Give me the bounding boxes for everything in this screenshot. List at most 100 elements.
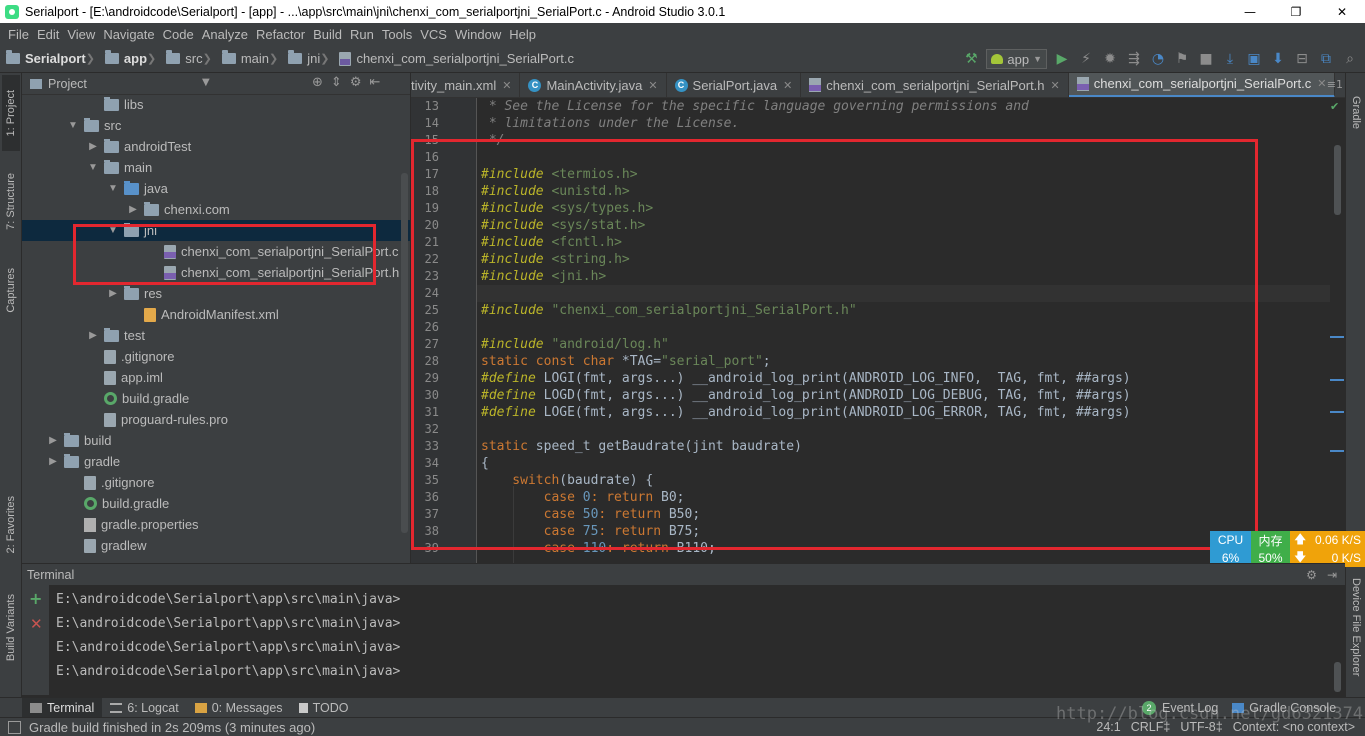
menu-file[interactable]: File bbox=[4, 27, 33, 42]
code-editor[interactable]: * See the License for the specific langu… bbox=[477, 98, 1330, 563]
close-session-icon[interactable]: ✕ bbox=[30, 615, 43, 633]
tab-structure[interactable]: 7: Structure bbox=[2, 165, 20, 237]
close-tab-icon[interactable]: ✕ bbox=[783, 79, 792, 92]
menu-code[interactable]: Code bbox=[159, 27, 198, 42]
editor-tab[interactable]: C MainActivity.java ✕ bbox=[520, 73, 667, 97]
tree-item[interactable]: .gitignore bbox=[22, 346, 410, 367]
project-structure-icon[interactable]: ⊟ bbox=[1293, 50, 1311, 68]
collapsed-arrow-icon[interactable]: ▶ bbox=[106, 288, 120, 299]
menu-analyze[interactable]: Analyze bbox=[198, 27, 252, 42]
close-button[interactable]: ✕ bbox=[1319, 0, 1365, 23]
search-icon[interactable]: ⌕ bbox=[1341, 50, 1359, 68]
device-explorer-icon[interactable]: ⧉ bbox=[1317, 50, 1335, 68]
collapsed-arrow-icon[interactable]: ▶ bbox=[86, 141, 100, 152]
chevron-down-icon[interactable]: ▼ bbox=[202, 77, 210, 88]
run-icon[interactable]: ▶ bbox=[1053, 50, 1071, 68]
run-configuration-select[interactable]: app ▼ bbox=[986, 49, 1047, 69]
terminal-output[interactable]: E:\androidcode\Serialport\app\src\main\j… bbox=[50, 585, 1345, 695]
tree-item[interactable]: ▶ build bbox=[22, 430, 410, 451]
tree-item[interactable]: AndroidManifest.xml bbox=[22, 304, 410, 325]
apply-changes-icon[interactable]: ⚡ bbox=[1077, 50, 1095, 68]
breadcrumb-item[interactable]: chenxi_com_serialportjni_SerialPort.c bbox=[333, 51, 578, 66]
collapsed-arrow-icon[interactable]: ▶ bbox=[126, 204, 140, 215]
breadcrumb-item[interactable]: jni ❯ bbox=[282, 50, 333, 66]
maximize-button[interactable]: ❐ bbox=[1273, 0, 1319, 23]
sdk-manager-icon[interactable]: ⬇ bbox=[1269, 50, 1287, 68]
collapsed-arrow-icon[interactable]: ▶ bbox=[46, 435, 60, 446]
tab-captures[interactable]: Captures bbox=[2, 259, 20, 321]
close-tab-icon[interactable]: ✕ bbox=[502, 79, 511, 92]
expanded-arrow-icon[interactable]: ▼ bbox=[86, 162, 100, 173]
tree-item[interactable]: gradlew bbox=[22, 535, 410, 556]
breadcrumb-item[interactable]: src ❯ bbox=[160, 50, 216, 66]
profile-icon[interactable]: ◔ bbox=[1149, 50, 1167, 68]
sync-gradle-icon[interactable]: ⤓ bbox=[1221, 50, 1239, 68]
new-session-icon[interactable]: + bbox=[29, 589, 42, 608]
menu-help[interactable]: Help bbox=[505, 27, 540, 42]
expanded-arrow-icon[interactable]: ▼ bbox=[66, 120, 80, 131]
menu-window[interactable]: Window bbox=[451, 27, 505, 42]
avd-manager-icon[interactable]: ▣ bbox=[1245, 50, 1263, 68]
tree-item[interactable]: .gitignore bbox=[22, 472, 410, 493]
breadcrumb-item[interactable]: main ❯ bbox=[216, 50, 282, 66]
breadcrumb-item[interactable]: app ❯ bbox=[99, 50, 160, 66]
tab-project[interactable]: 1: Project bbox=[2, 75, 20, 151]
menu-navigate[interactable]: Navigate bbox=[99, 27, 158, 42]
menu-refactor[interactable]: Refactor bbox=[252, 27, 309, 42]
tree-item[interactable]: ▶ res bbox=[22, 283, 410, 304]
tree-item[interactable]: chenxi_com_serialportjni_SerialPort.h bbox=[22, 262, 410, 283]
tab-messages[interactable]: 0: Messages bbox=[187, 698, 291, 718]
project-scrollbar[interactable] bbox=[401, 173, 408, 533]
attach-debugger-icon[interactable]: ⇶ bbox=[1125, 50, 1143, 68]
editor-tab[interactable]: C SerialPort.java ✕ bbox=[667, 73, 802, 97]
tab-gradle-console[interactable]: Gradle Console bbox=[1232, 698, 1336, 718]
menu-run[interactable]: Run bbox=[346, 27, 378, 42]
hide-icon[interactable]: ⇥ bbox=[1327, 568, 1337, 582]
tab-event-log[interactable]: 2 Event Log bbox=[1142, 698, 1218, 718]
tree-item[interactable]: build.gradle bbox=[22, 493, 410, 514]
tab-logcat[interactable]: 6: Logcat bbox=[102, 698, 186, 718]
context-indicator[interactable]: Context: <no context> bbox=[1233, 720, 1355, 734]
tab-todo[interactable]: TODO bbox=[291, 698, 357, 718]
caret-position[interactable]: 24:1 bbox=[1096, 720, 1120, 734]
tree-item[interactable]: ▼ jni bbox=[22, 220, 410, 241]
locate-icon[interactable]: ⊕ bbox=[312, 75, 323, 90]
tab-overflow-button[interactable]: ≡1 bbox=[1327, 78, 1343, 91]
menu-view[interactable]: View bbox=[63, 27, 99, 42]
tree-item[interactable]: ▼ main bbox=[22, 157, 410, 178]
tree-item[interactable]: ▶ androidTest bbox=[22, 136, 410, 157]
expanded-arrow-icon[interactable]: ▼ bbox=[106, 225, 120, 236]
menu-edit[interactable]: Edit bbox=[33, 27, 63, 42]
stop-icon[interactable]: ■ bbox=[1197, 50, 1215, 68]
debug-icon[interactable]: ✹ bbox=[1101, 50, 1119, 68]
expanded-arrow-icon[interactable]: ▼ bbox=[106, 183, 120, 194]
tree-item[interactable]: libs bbox=[22, 94, 410, 115]
tree-item[interactable]: ▼ src bbox=[22, 115, 410, 136]
collapsed-arrow-icon[interactable]: ▶ bbox=[46, 456, 60, 467]
editor-tab[interactable]: chenxi_com_serialportjni_SerialPort.h ✕ bbox=[801, 73, 1069, 97]
menu-vcs[interactable]: VCS bbox=[416, 27, 451, 42]
tree-item[interactable]: build.gradle bbox=[22, 388, 410, 409]
gear-icon[interactable]: ⚙ bbox=[1306, 568, 1317, 582]
collapse-icon[interactable]: ⇕ bbox=[331, 75, 342, 90]
close-tab-icon[interactable]: ✕ bbox=[648, 79, 657, 92]
tree-item[interactable]: ▶ test bbox=[22, 325, 410, 346]
file-encoding[interactable]: UTF-8‡ bbox=[1180, 720, 1222, 734]
tree-item[interactable]: chenxi_com_serialportjni_SerialPort.c bbox=[22, 241, 410, 262]
editor-scrollbar[interactable] bbox=[1334, 145, 1341, 215]
hide-icon[interactable]: ⇤ bbox=[369, 75, 380, 90]
toggle-tool-windows-icon[interactable] bbox=[8, 720, 21, 734]
tab-build-variants[interactable]: Build Variants bbox=[2, 589, 20, 667]
tab-terminal[interactable]: Terminal bbox=[22, 697, 103, 718]
tree-item[interactable]: ▼ java bbox=[22, 178, 410, 199]
terminal-scrollbar[interactable] bbox=[1334, 662, 1341, 692]
editor-tab[interactable]: chenxi_com_serialportjni_SerialPort.c ✕ bbox=[1068, 73, 1336, 97]
minimize-button[interactable]: — bbox=[1227, 0, 1273, 23]
close-tab-icon[interactable]: ✕ bbox=[1051, 79, 1060, 92]
breadcrumb-item[interactable]: Serialport ❯ bbox=[0, 50, 99, 66]
tree-item[interactable]: proguard-rules.pro bbox=[22, 409, 410, 430]
menu-tools[interactable]: Tools bbox=[378, 27, 416, 42]
tab-device-file-explorer[interactable]: Device File Explorer bbox=[1347, 567, 1365, 687]
close-tab-icon[interactable]: ✕ bbox=[1317, 77, 1326, 90]
tree-item[interactable]: ▶ chenxi.com bbox=[22, 199, 410, 220]
